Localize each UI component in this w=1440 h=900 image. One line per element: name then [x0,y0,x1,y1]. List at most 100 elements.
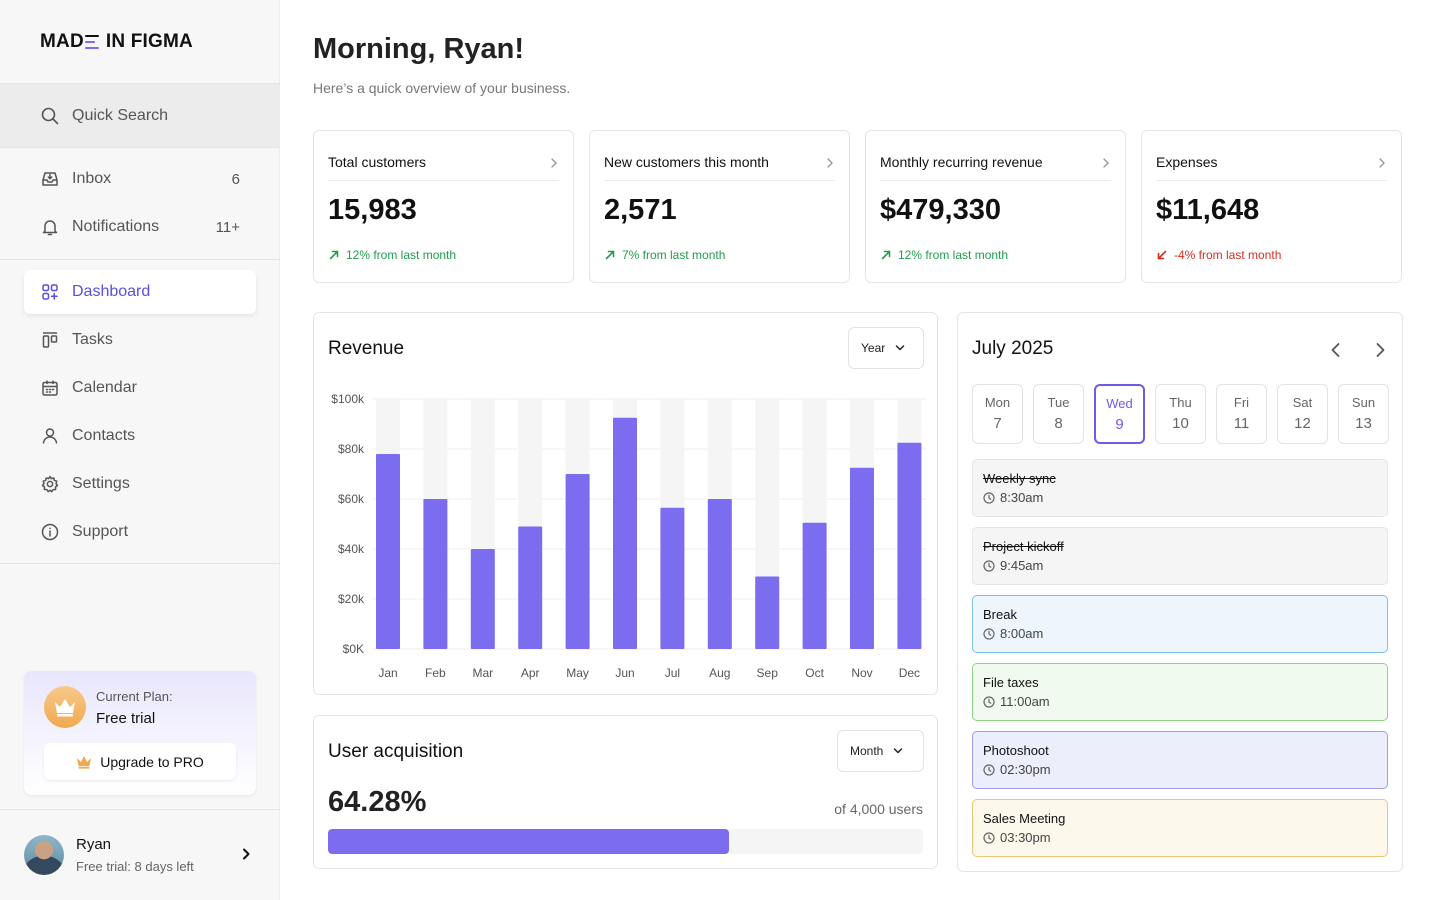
stat-label: Monthly recurring revenue [880,154,1043,170]
sidebar-item-calendar[interactable]: Calendar [24,366,256,410]
inbox-count: 6 [231,170,240,188]
x-tick-label: Jun [615,666,634,680]
x-tick-label: Apr [521,666,540,680]
user-icon [40,426,60,446]
stat-delta-text: 12% from last month [898,248,1009,262]
bar [802,522,827,649]
clock-icon [983,695,995,708]
day-sun[interactable]: Sun 13 [1338,384,1389,444]
event-item[interactable]: Project kickoff 9:45am [972,527,1388,585]
day-name: Tue [1047,395,1070,410]
bar [613,417,637,649]
user-acquisition-card: User acquisition Month 64.28% of 4,000 u… [313,715,938,869]
prev-week-button[interactable] [1325,339,1347,361]
event-item[interactable]: Photoshoot 02:30pm [972,731,1388,789]
bar [376,454,400,649]
x-tick-label: Oct [805,666,824,680]
sidebar-item-tasks[interactable]: Tasks [24,318,256,362]
day-thu[interactable]: Thu 10 [1155,384,1206,444]
sidebar-item-label: Support [72,523,129,540]
user-profile[interactable]: Ryan Free trial: 8 days left [0,809,280,900]
event-item[interactable]: Weekly sync 8:30am [972,459,1388,517]
day-date: 11 [1233,415,1250,432]
quick-search[interactable]: Quick Search [0,83,280,148]
sidebar-item-dashboard[interactable]: Dashboard [24,270,256,314]
day-date: 13 [1355,415,1372,432]
sidebar-item-settings[interactable]: Settings [24,462,256,506]
x-tick-label: Feb [425,666,446,680]
event-title: Sales Meeting [983,811,1066,826]
chevron-right-icon [1377,156,1387,172]
sidebar-item-support[interactable]: Support [24,510,256,554]
bar [565,474,590,649]
clock-icon [983,831,995,844]
sidebar-item-notifications[interactable]: Notifications 11+ [24,205,256,249]
event-title: Project kickoff [983,539,1064,554]
next-week-button[interactable] [1369,339,1391,361]
sidebar-item-label: Settings [72,475,130,492]
y-tick-label: $100k [331,392,365,406]
plan-label: Current Plan: [96,689,173,704]
chevron-down-icon [893,747,903,755]
stat-card-header[interactable]: Monthly recurring revenue [880,154,1111,181]
gear-icon [40,474,60,494]
day-name: Thu [1169,395,1192,410]
arrow-up-right-icon [880,249,892,261]
stat-card-header[interactable]: New customers this month [604,154,835,181]
acquisition-rate: 64.28% [328,786,427,818]
sidebar-divider [0,563,280,564]
stat-label: Expenses [1156,154,1218,170]
acquisition-period-select[interactable]: Month [837,730,924,772]
day-sat[interactable]: Sat 12 [1277,384,1328,444]
acquisition-total: of 4,000 users [834,801,923,817]
day-name: Sat [1292,395,1313,410]
user-acquisition-title: User acquisition [328,741,464,762]
sidebar-item-label: Tasks [72,331,113,348]
y-tick-label: $60k [338,492,365,506]
event-time: 03:30pm [983,830,1051,845]
acquisition-progress-bar [328,829,923,854]
event-item[interactable]: Sales Meeting 03:30pm [972,799,1388,857]
day-name: Wed [1106,396,1133,411]
clock-icon [983,491,995,504]
day-wed[interactable]: Wed 9 [1094,384,1145,444]
chevron-left-icon [1331,343,1340,357]
event-time-text: 8:30am [1000,490,1044,505]
crown-icon [44,686,86,728]
day-tue[interactable]: Tue 8 [1033,384,1084,444]
event-time-text: 02:30pm [1000,762,1051,777]
day-date: 10 [1172,415,1189,432]
bar [660,507,685,649]
sidebar: MAD IN FIGMA Quick Search Inbox 6 Notifi… [0,0,280,900]
y-tick-label: $20k [338,592,365,606]
stat-card-header[interactable]: Total customers [328,154,559,181]
event-title: Break [983,607,1017,622]
logo[interactable]: MAD IN FIGMA [40,31,193,53]
event-time: 9:45am [983,558,1043,573]
x-tick-label: May [566,666,589,680]
stat-card-header[interactable]: Expenses [1156,154,1387,181]
sidebar-item-contacts[interactable]: Contacts [24,414,256,458]
event-time-text: 03:30pm [1000,830,1051,845]
plan-card: Current Plan: Free trial Upgrade to PRO [24,671,256,795]
event-item[interactable]: File taxes 11:00am [972,663,1388,721]
event-title: File taxes [983,675,1039,690]
event-time-text: 11:00am [1000,694,1050,709]
bar [707,499,732,649]
sidebar-item-inbox[interactable]: Inbox 6 [24,157,256,201]
revenue-bar-chart: $0K $20k $40k $60k $80k $100k Jan Feb Mar Apr May J… [331,392,926,680]
upgrade-button[interactable]: Upgrade to PRO [44,743,236,780]
day-mon[interactable]: Mon 7 [972,384,1023,444]
event-time-text: 9:45am [1000,558,1044,573]
day-fri[interactable]: Fri 11 [1216,384,1267,444]
stat-delta-text: 7% from last month [622,248,726,262]
y-tick-label: $40k [338,542,365,556]
day-name: Sun [1351,395,1376,410]
chevron-right-icon [825,156,835,172]
sidebar-item-label: Notifications [72,218,160,235]
event-item[interactable]: Break 8:00am [972,595,1388,653]
chevron-right-icon[interactable] [238,846,254,862]
dashboard-icon [40,282,60,302]
bar [470,549,495,649]
y-tick-label: $0K [343,642,364,656]
